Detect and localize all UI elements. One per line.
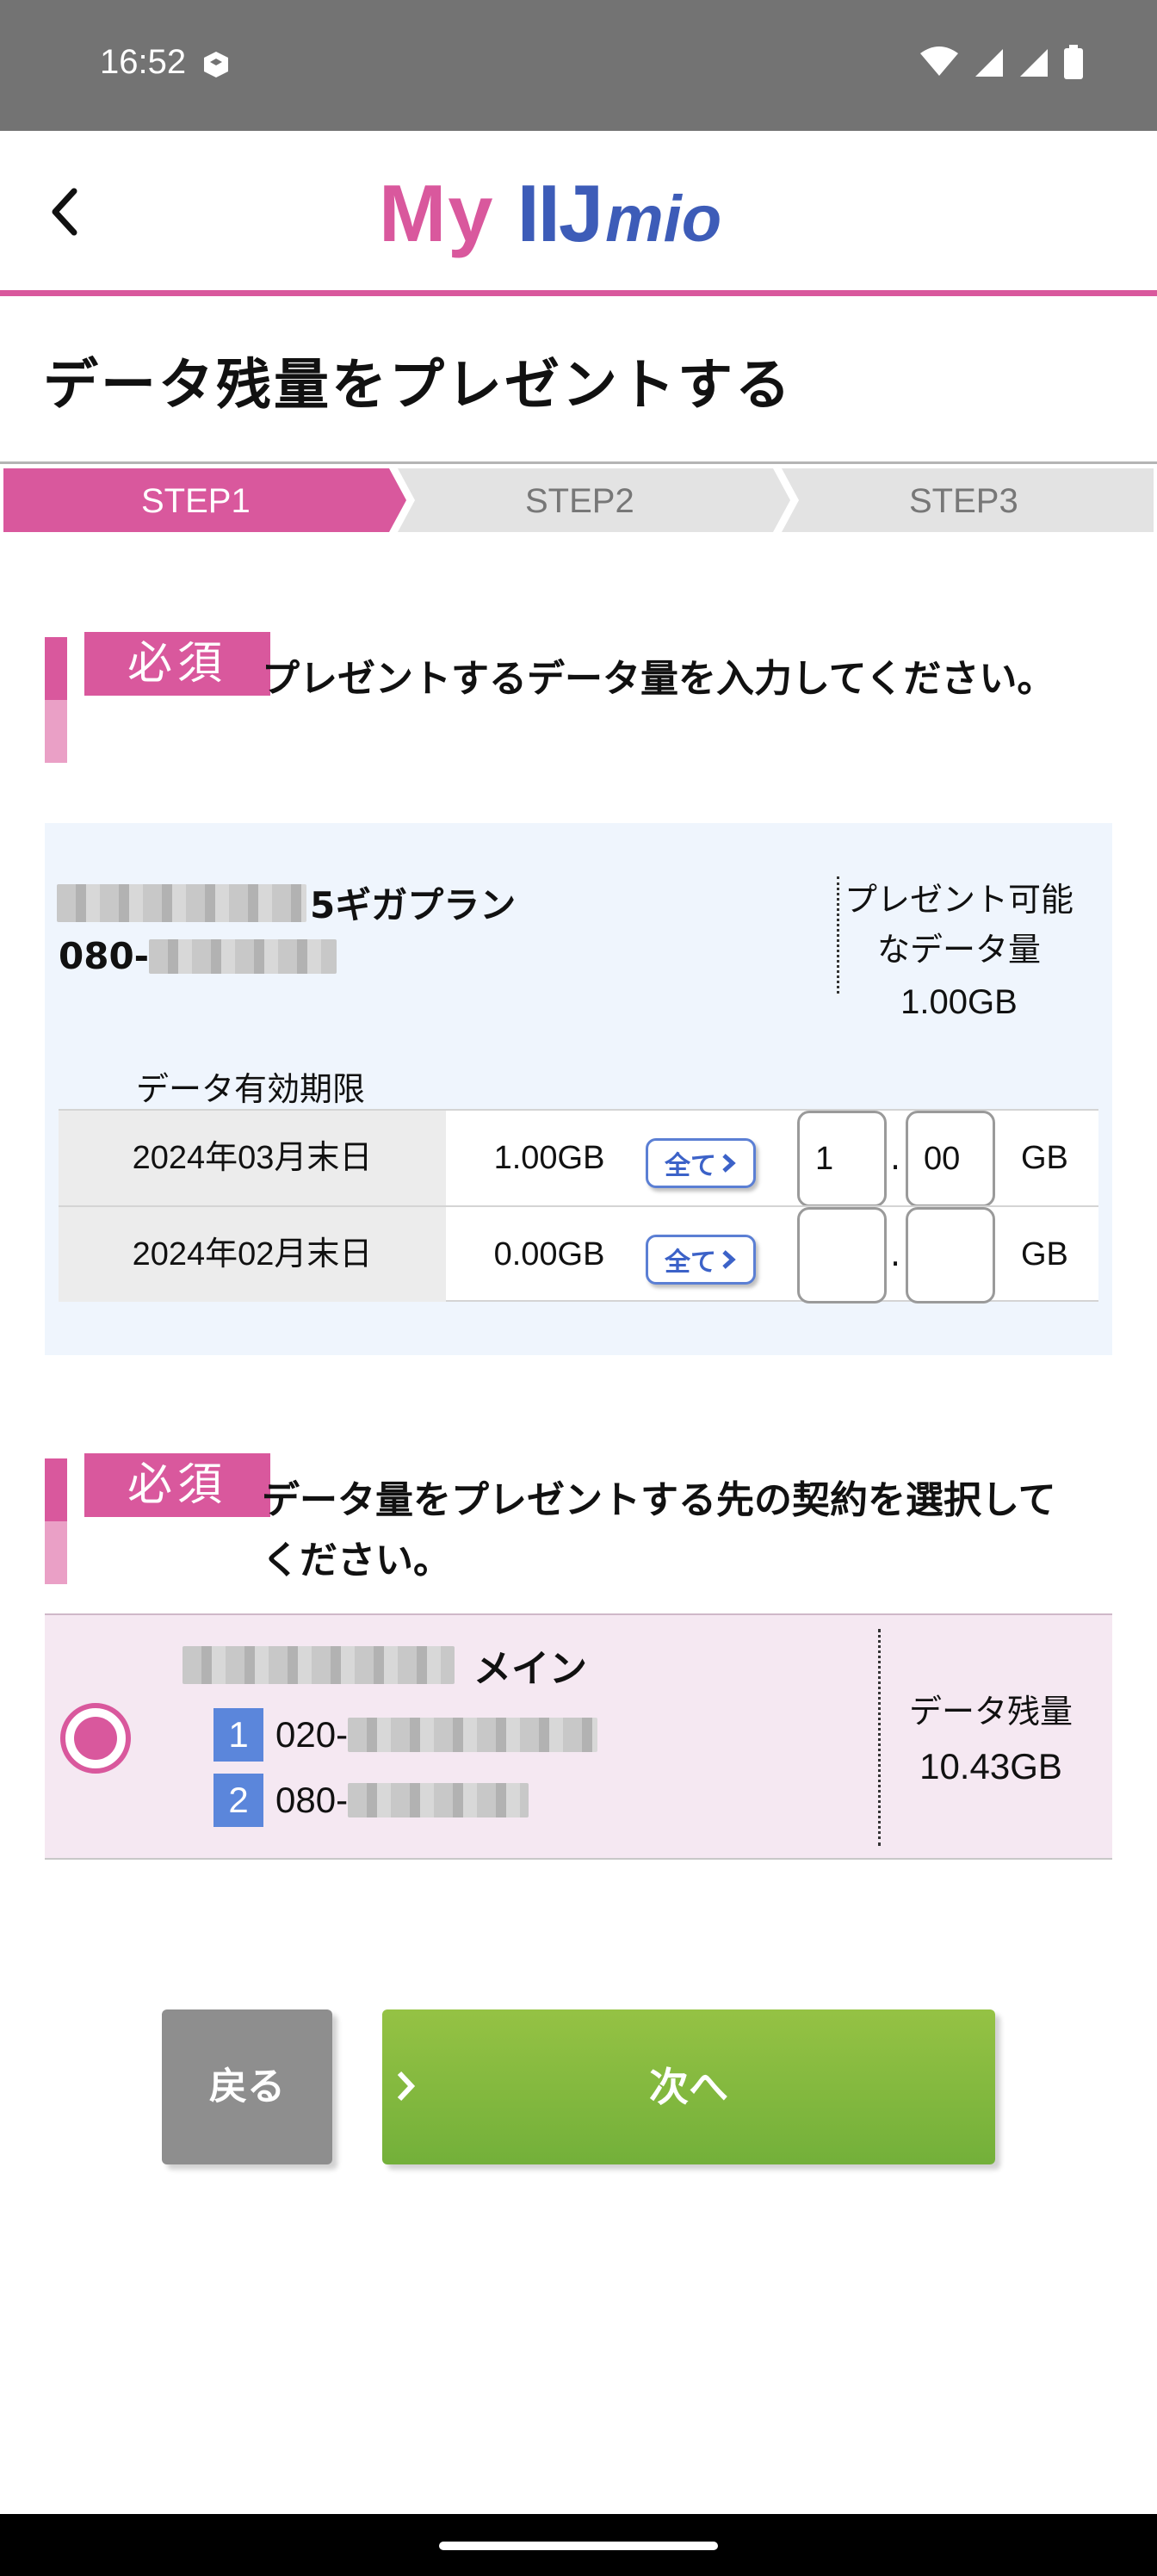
destination-name: メイン: [183, 1638, 587, 1693]
amount-instruction: プレゼントするデータ量を入力してください。: [262, 657, 1055, 701]
source-contract-panel: 5ギガプラン 080- プレゼント可能なデータ量 1.00GB データ有効期限 …: [45, 823, 1112, 1355]
remaining-data: データ残量 10.43GB: [869, 1684, 1112, 1794]
redacted-plan-name: [57, 883, 306, 922]
logo-my: My: [379, 168, 495, 258]
table-row: 2024年02月末日 0.00GB 全て . GB: [59, 1205, 1098, 1303]
source-phone: 080-: [59, 935, 337, 977]
contract-label: メイン: [473, 1647, 587, 1691]
expiry-label: データ有効期限: [136, 1070, 366, 1108]
required-bar: [45, 1458, 67, 1584]
integer-input[interactable]: 1: [797, 1111, 887, 1207]
line-number: 1: [213, 1708, 263, 1762]
phone-prefix: 080-: [59, 935, 150, 977]
table-row: 2024年03月末日 1.00GB 全て 1 . 00 GB: [59, 1109, 1098, 1207]
data-amount-table: 2024年03月末日 1.00GB 全て 1 . 00 GB 2024年02月末…: [59, 1109, 1098, 1303]
step-3: STEP3: [909, 482, 1018, 520]
unit-label: GB: [1021, 1140, 1068, 1176]
title-divider: [0, 461, 1157, 464]
line-number: 2: [213, 1774, 263, 1827]
back-button[interactable]: 戻る: [162, 2009, 332, 2164]
redacted-phone: [348, 1783, 529, 1817]
unit-label: GB: [1021, 1236, 1068, 1273]
all-button[interactable]: 全て: [646, 1138, 756, 1188]
expiry-date: 2024年03月末日: [59, 1111, 446, 1205]
available-value: 1.00GB: [900, 983, 1018, 1021]
logo-iij: IIJ: [517, 168, 604, 258]
status-icons: [919, 45, 1083, 79]
logo-mio: mio: [605, 183, 722, 256]
destination-radio[interactable]: [60, 1703, 131, 1774]
all-button-label: 全て: [665, 1248, 716, 1278]
remaining-value: 10.43GB: [919, 1746, 1062, 1786]
required-badge: 必須: [84, 632, 270, 696]
step-2: STEP2: [525, 482, 634, 520]
line-phone-prefix: 020-: [275, 1714, 349, 1755]
line-item: 1 020-: [213, 1708, 598, 1762]
chevron-right-icon: [722, 1154, 736, 1173]
system-nav-bar: [0, 2514, 1157, 2576]
brand-logo: My IIJ mio: [379, 167, 721, 262]
step-1: STEP1: [141, 482, 251, 520]
redacted-phone: [149, 938, 337, 974]
decimal-input[interactable]: 00: [906, 1111, 995, 1207]
plan-name: 5ギガプラン: [310, 884, 517, 926]
signal-icon-2: [1020, 49, 1048, 77]
all-button[interactable]: 全て: [646, 1235, 756, 1285]
step-indicator: STEP1 STEP2 STEP3: [0, 465, 1157, 536]
redacted-phone: [348, 1718, 598, 1752]
decimal-input[interactable]: [906, 1207, 995, 1303]
integer-input[interactable]: [797, 1207, 887, 1303]
app-notification-icon: [204, 52, 228, 77]
redacted-contract-name: [183, 1646, 455, 1684]
next-button-label: 次へ: [649, 2064, 728, 2110]
line-item: 2 080-: [213, 1774, 529, 1827]
chevron-right-icon: [397, 2071, 416, 2102]
all-button-label: 全て: [665, 1151, 716, 1181]
app-header: My IIJ mio: [0, 131, 1157, 296]
back-arrow-icon[interactable]: [40, 177, 91, 246]
destination-instruction: データ量をプレゼントする先の契約を選択してください。: [262, 1478, 1056, 1582]
required-bar: [45, 637, 67, 763]
available-data: プレゼント可能なデータ量 1.00GB: [830, 875, 1088, 1030]
remaining-label: データ残量: [908, 1693, 1073, 1731]
row-amount: 1.00GB: [493, 1140, 605, 1176]
page-title: データ残量をプレゼントする: [43, 354, 793, 418]
line-phone-prefix: 080-: [275, 1780, 349, 1820]
status-time: 16:52: [100, 43, 187, 81]
source-plan: 5ギガプラン: [57, 876, 516, 929]
decimal-separator: .: [890, 1235, 901, 1273]
next-button[interactable]: 次へ: [382, 2009, 995, 2164]
row-amount: 0.00GB: [493, 1236, 605, 1273]
status-bar: 16:52: [0, 0, 1157, 131]
chevron-right-icon: [722, 1250, 736, 1269]
signal-icon: [975, 49, 1003, 77]
battery-icon: [1064, 45, 1083, 79]
required-badge: 必須: [84, 1453, 270, 1517]
wifi-icon: [920, 46, 958, 76]
home-gesture-handle[interactable]: [439, 2542, 718, 2550]
available-label: プレゼント可能なデータ量: [844, 881, 1073, 969]
expiry-date: 2024年02月末日: [59, 1207, 446, 1302]
decimal-separator: .: [890, 1139, 901, 1177]
destination-contract-option[interactable]: メイン 1 020- 2 080- データ残量 10.43GB: [45, 1613, 1112, 1860]
radio-selected-dot: [74, 1717, 117, 1760]
